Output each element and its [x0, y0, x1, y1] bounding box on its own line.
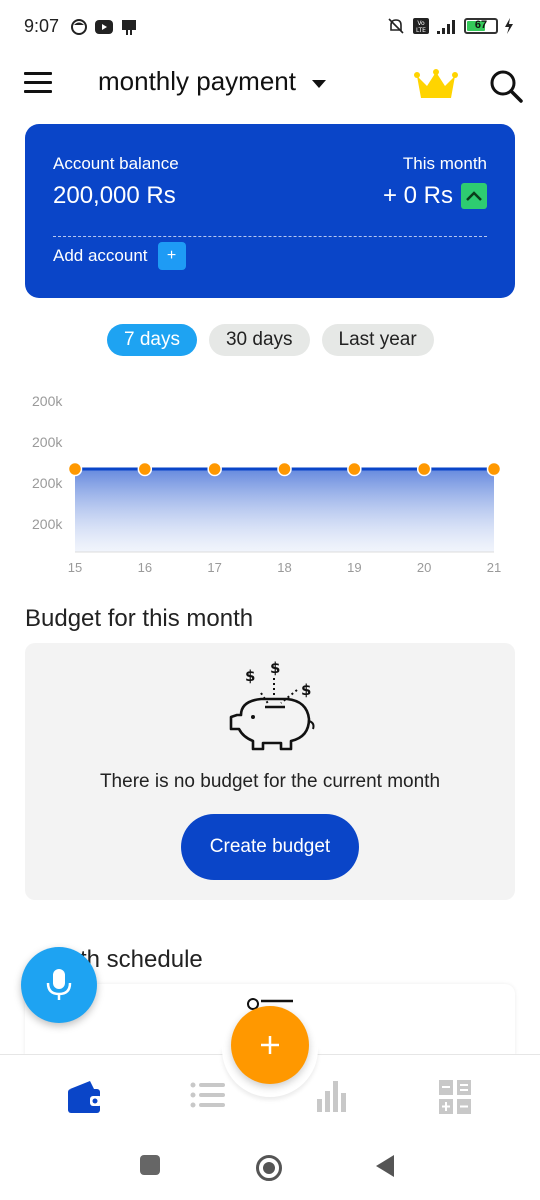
plus-icon: +	[157, 242, 186, 270]
balance-card[interactable]: Account balance This month 200,000 Rs + …	[25, 124, 515, 298]
data-point[interactable]	[277, 461, 292, 477]
volte-icon: VoLTE	[413, 18, 429, 34]
search-icon[interactable]	[488, 68, 524, 104]
data-point[interactable]	[486, 461, 502, 477]
data-point[interactable]	[207, 461, 222, 477]
data-point[interactable]	[347, 461, 362, 477]
store-icon	[122, 20, 136, 35]
svg-text:LTE: LTE	[416, 27, 426, 34]
recent-apps-icon[interactable]	[139, 1154, 161, 1176]
this-month-value-wrap: + 0 Rs	[383, 182, 487, 210]
app-bar: monthly payment	[0, 56, 540, 112]
chip-last-year[interactable]: Last year	[321, 324, 434, 356]
x-tick-label: 19	[347, 560, 361, 575]
chip-30-days[interactable]: 30 days	[208, 324, 310, 356]
x-tick-label: 21	[487, 560, 501, 575]
account-balance-value: 200,000 Rs	[53, 182, 176, 209]
schedule-title: th schedule	[80, 946, 203, 973]
chip-7-days[interactable]: 7 days	[107, 324, 197, 356]
this-month-label: This month	[402, 154, 487, 173]
signal-icon	[437, 20, 455, 34]
battery-icon: 67	[464, 18, 498, 34]
microphone-icon	[46, 969, 72, 1000]
series-area	[75, 469, 494, 552]
mute-bell-icon	[388, 18, 404, 34]
budget-title: Budget for this month	[25, 605, 254, 632]
budget-empty-message: There is no budget for the current month	[99, 771, 441, 792]
y-tick-label: 200k	[32, 516, 63, 532]
charging-icon	[505, 18, 513, 34]
crown-icon[interactable]	[414, 68, 458, 102]
calculator-icon[interactable]	[438, 1079, 472, 1115]
list-icon[interactable]	[190, 1079, 226, 1111]
back-icon[interactable]	[374, 1154, 396, 1178]
svg-text:$: $	[301, 681, 311, 699]
svg-text:$: $	[270, 659, 280, 677]
voice-input-button[interactable]	[21, 947, 97, 1023]
y-tick-label: 200k	[32, 393, 63, 409]
x-tick-label: 15	[68, 560, 82, 575]
face-icon	[71, 19, 87, 35]
account-balance-label: Account balance	[53, 154, 179, 173]
svg-text:Vo: Vo	[417, 20, 425, 27]
hamburger-menu-icon[interactable]	[24, 72, 52, 96]
svg-text:$: $	[245, 667, 255, 685]
create-budget-button[interactable]: Create budget	[181, 814, 359, 880]
piggy-bank-icon: $ $ $	[229, 659, 315, 751]
status-system-icons: Vo LTE 67	[386, 16, 514, 36]
add-account-label: Add account	[53, 246, 148, 265]
x-tick-label: 17	[207, 560, 221, 575]
bar-chart-icon[interactable]	[316, 1079, 348, 1113]
youtube-icon	[95, 20, 113, 34]
data-point[interactable]	[416, 461, 432, 477]
x-tick-label: 18	[277, 560, 291, 575]
this-month-value: + 0 Rs	[382, 182, 453, 209]
system-navigation-bar	[0, 1140, 540, 1200]
battery-level: 67	[474, 19, 488, 31]
y-tick-label: 200k	[32, 475, 63, 491]
range-selector: 7 days 30 days Last year	[107, 324, 434, 356]
budget-card: $ $ $ There is no budget for the current…	[25, 643, 515, 900]
status-time: 9:07	[24, 16, 60, 36]
balance-chart-svg: 200k 200k 200k 200k 15 16 17 18 19 20 21	[32, 393, 502, 575]
account-selector[interactable]: monthly payment	[98, 66, 326, 97]
y-tick-label: 200k	[32, 434, 63, 450]
data-point[interactable]	[137, 461, 153, 477]
card-divider	[53, 236, 487, 237]
data-point[interactable]	[67, 461, 83, 477]
x-tick-label: 20	[417, 560, 431, 575]
page-title: monthly payment	[98, 66, 296, 96]
x-tick-label: 16	[138, 560, 152, 575]
home-icon[interactable]	[255, 1154, 283, 1182]
status-notification-icons	[70, 18, 138, 36]
plus-icon	[261, 1036, 279, 1054]
add-transaction-button[interactable]	[231, 1006, 309, 1084]
trend-up-icon	[461, 183, 487, 209]
chevron-down-icon	[311, 79, 326, 88]
status-bar: 9:07 Vo LTE 67	[0, 0, 540, 56]
add-account-button[interactable]: Add account +	[53, 242, 186, 270]
wallet-icon[interactable]	[66, 1079, 104, 1115]
balance-chart: 200k 200k 200k 200k 15 16 17 18 19 20 21	[0, 380, 540, 580]
